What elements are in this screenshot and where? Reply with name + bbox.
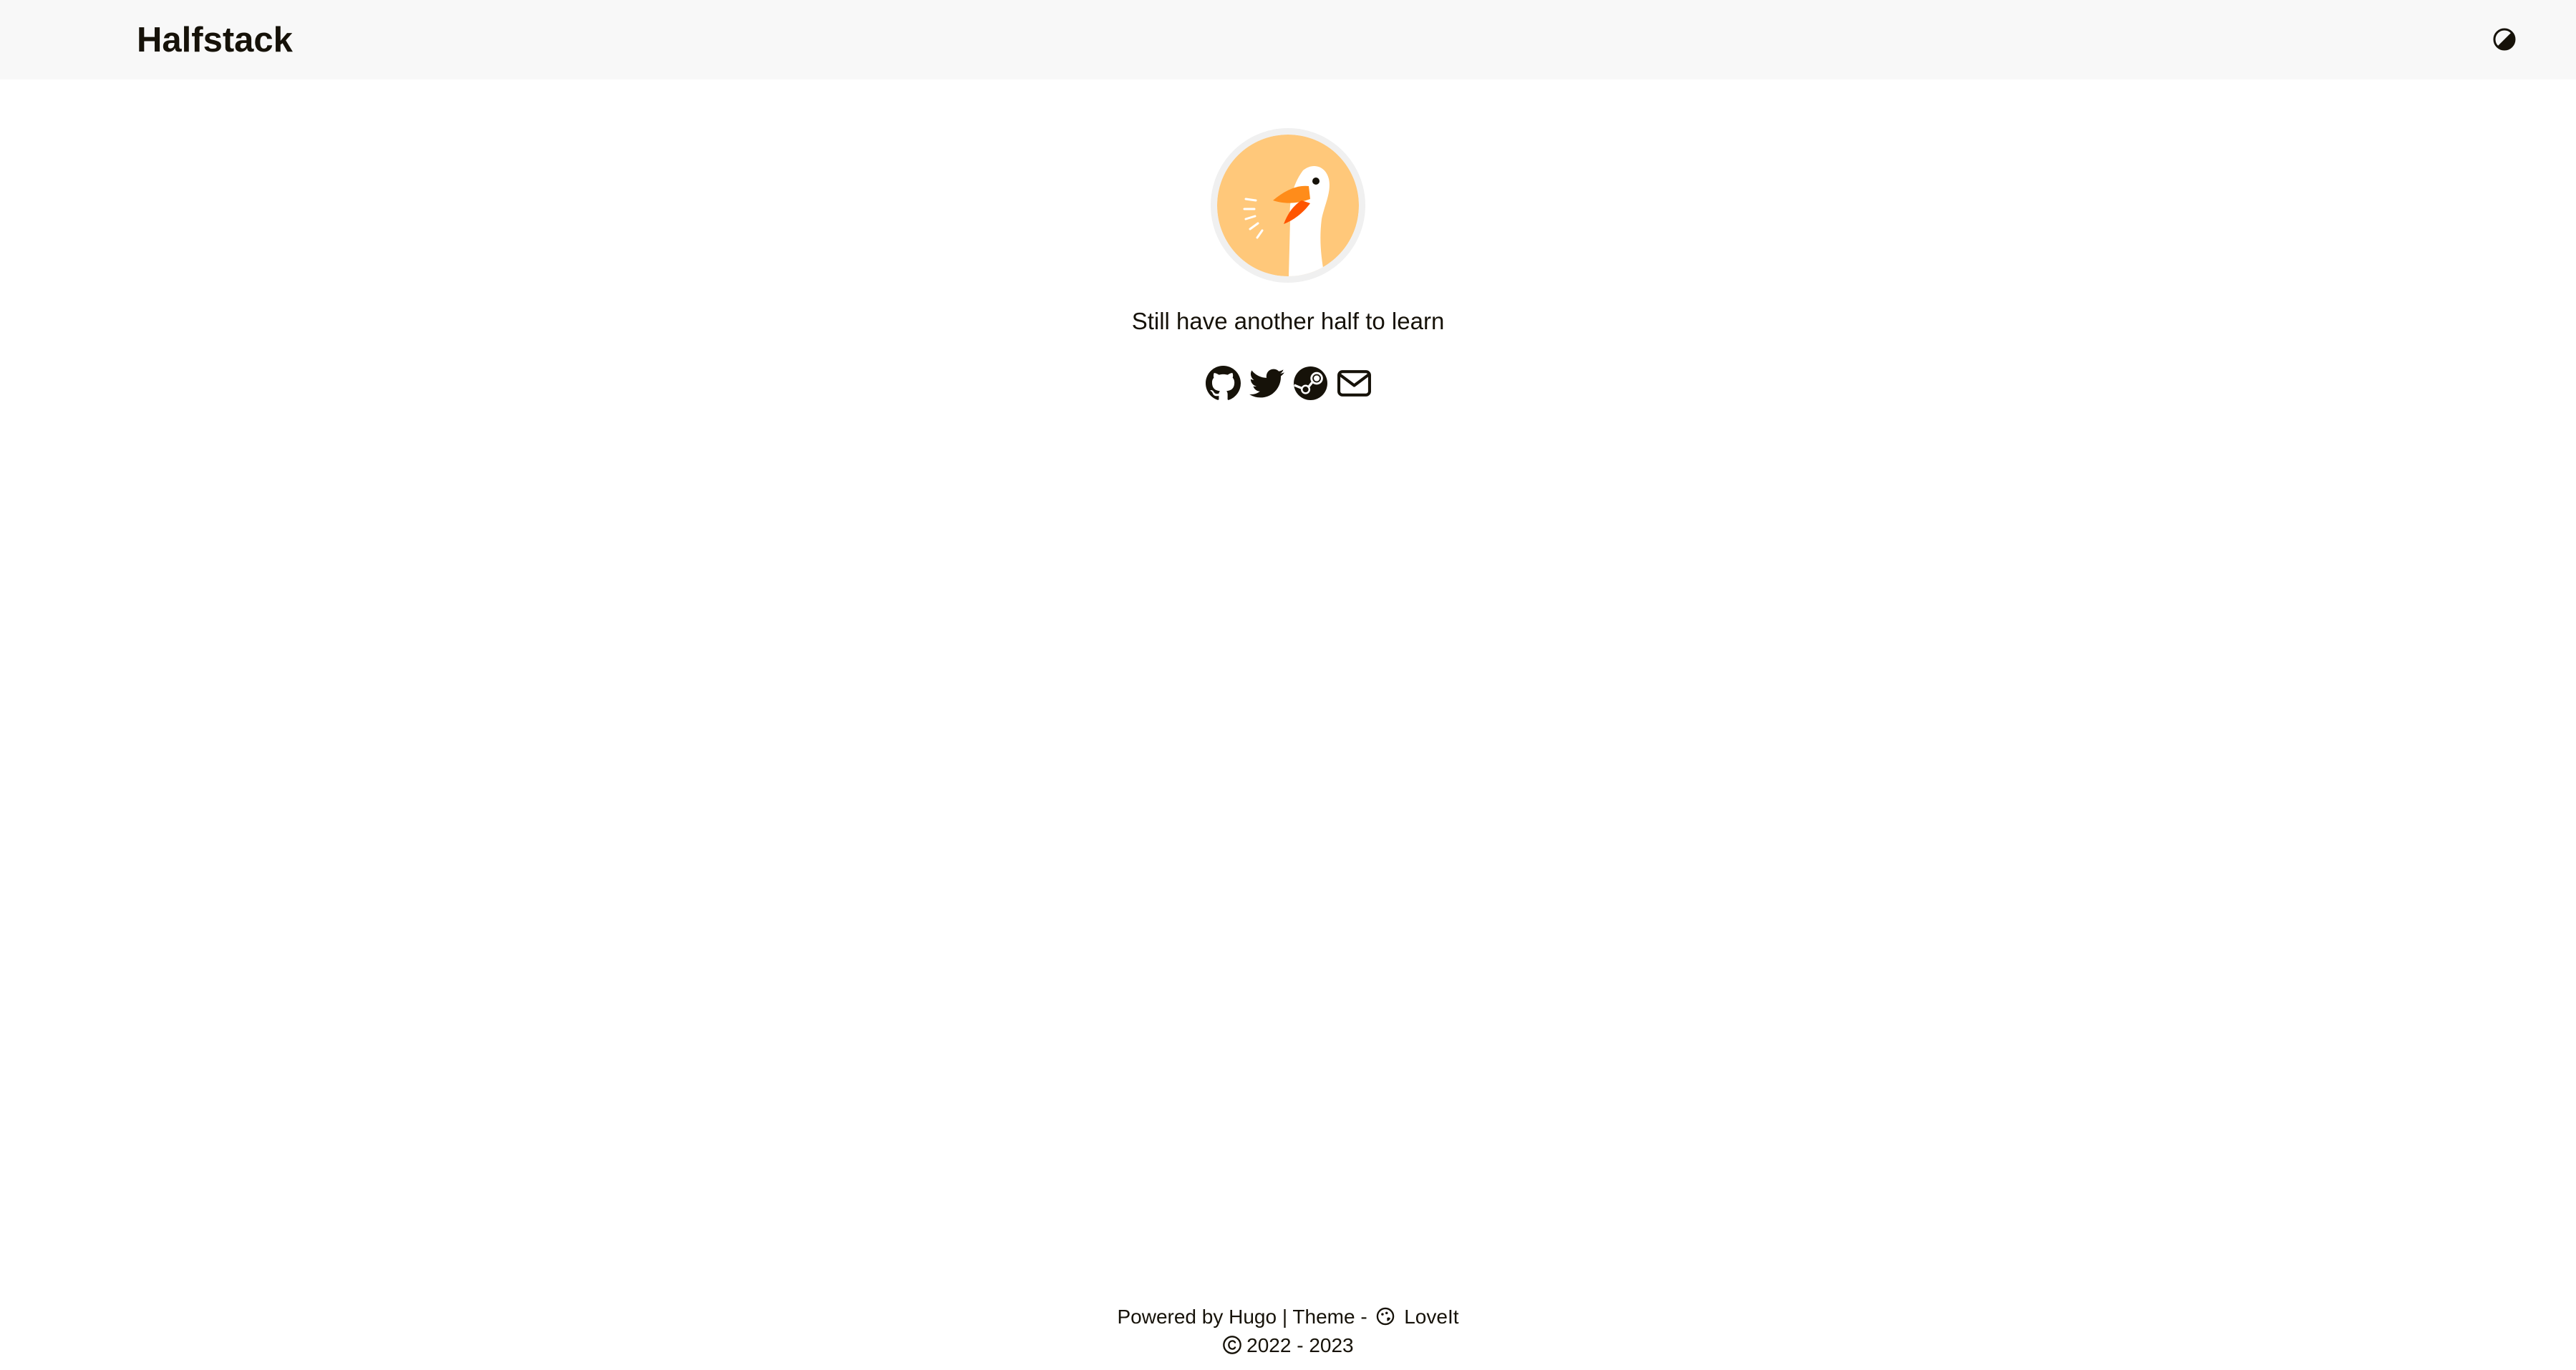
steam-link[interactable] [1293, 366, 1328, 401]
copyright-icon [1223, 1336, 1242, 1354]
loveit-link[interactable]: LoveIt [1404, 1306, 1458, 1328]
theme-switch-button[interactable] [2493, 28, 2516, 51]
steam-icon [1294, 366, 1327, 400]
github-link[interactable] [1206, 365, 1241, 401]
site-header: Halfstack [0, 0, 2576, 79]
twitter-icon [1249, 369, 1284, 397]
footer-powered-line: Powered by Hugo | Theme - LoveIt [0, 1303, 2576, 1331]
footer-separator: | [1282, 1306, 1288, 1328]
avatar [1211, 128, 1365, 283]
envelope-icon [1337, 369, 1371, 397]
hugo-link[interactable]: Hugo [1229, 1306, 1277, 1328]
site-title-link[interactable]: Halfstack [137, 20, 293, 60]
footer-copyright-line: 2022 - 2023 [0, 1331, 2576, 1360]
theme-prefix: Theme - [1292, 1306, 1367, 1328]
goose-avatar [1217, 135, 1359, 276]
copyright-years: 2022 - 2023 [1246, 1334, 1354, 1356]
site-footer: Powered by Hugo | Theme - LoveIt 2022 - … [0, 1303, 2576, 1360]
social-links [1206, 365, 1372, 401]
half-circle-contrast-icon [2493, 28, 2516, 51]
github-icon [1206, 365, 1241, 400]
email-link[interactable] [1337, 366, 1372, 401]
powered-prefix: Powered by [1117, 1306, 1224, 1328]
twitter-link[interactable] [1249, 366, 1284, 401]
theme-logo-icon [1377, 1307, 1395, 1326]
profile-subtitle: Still have another half to learn [1131, 308, 1445, 334]
